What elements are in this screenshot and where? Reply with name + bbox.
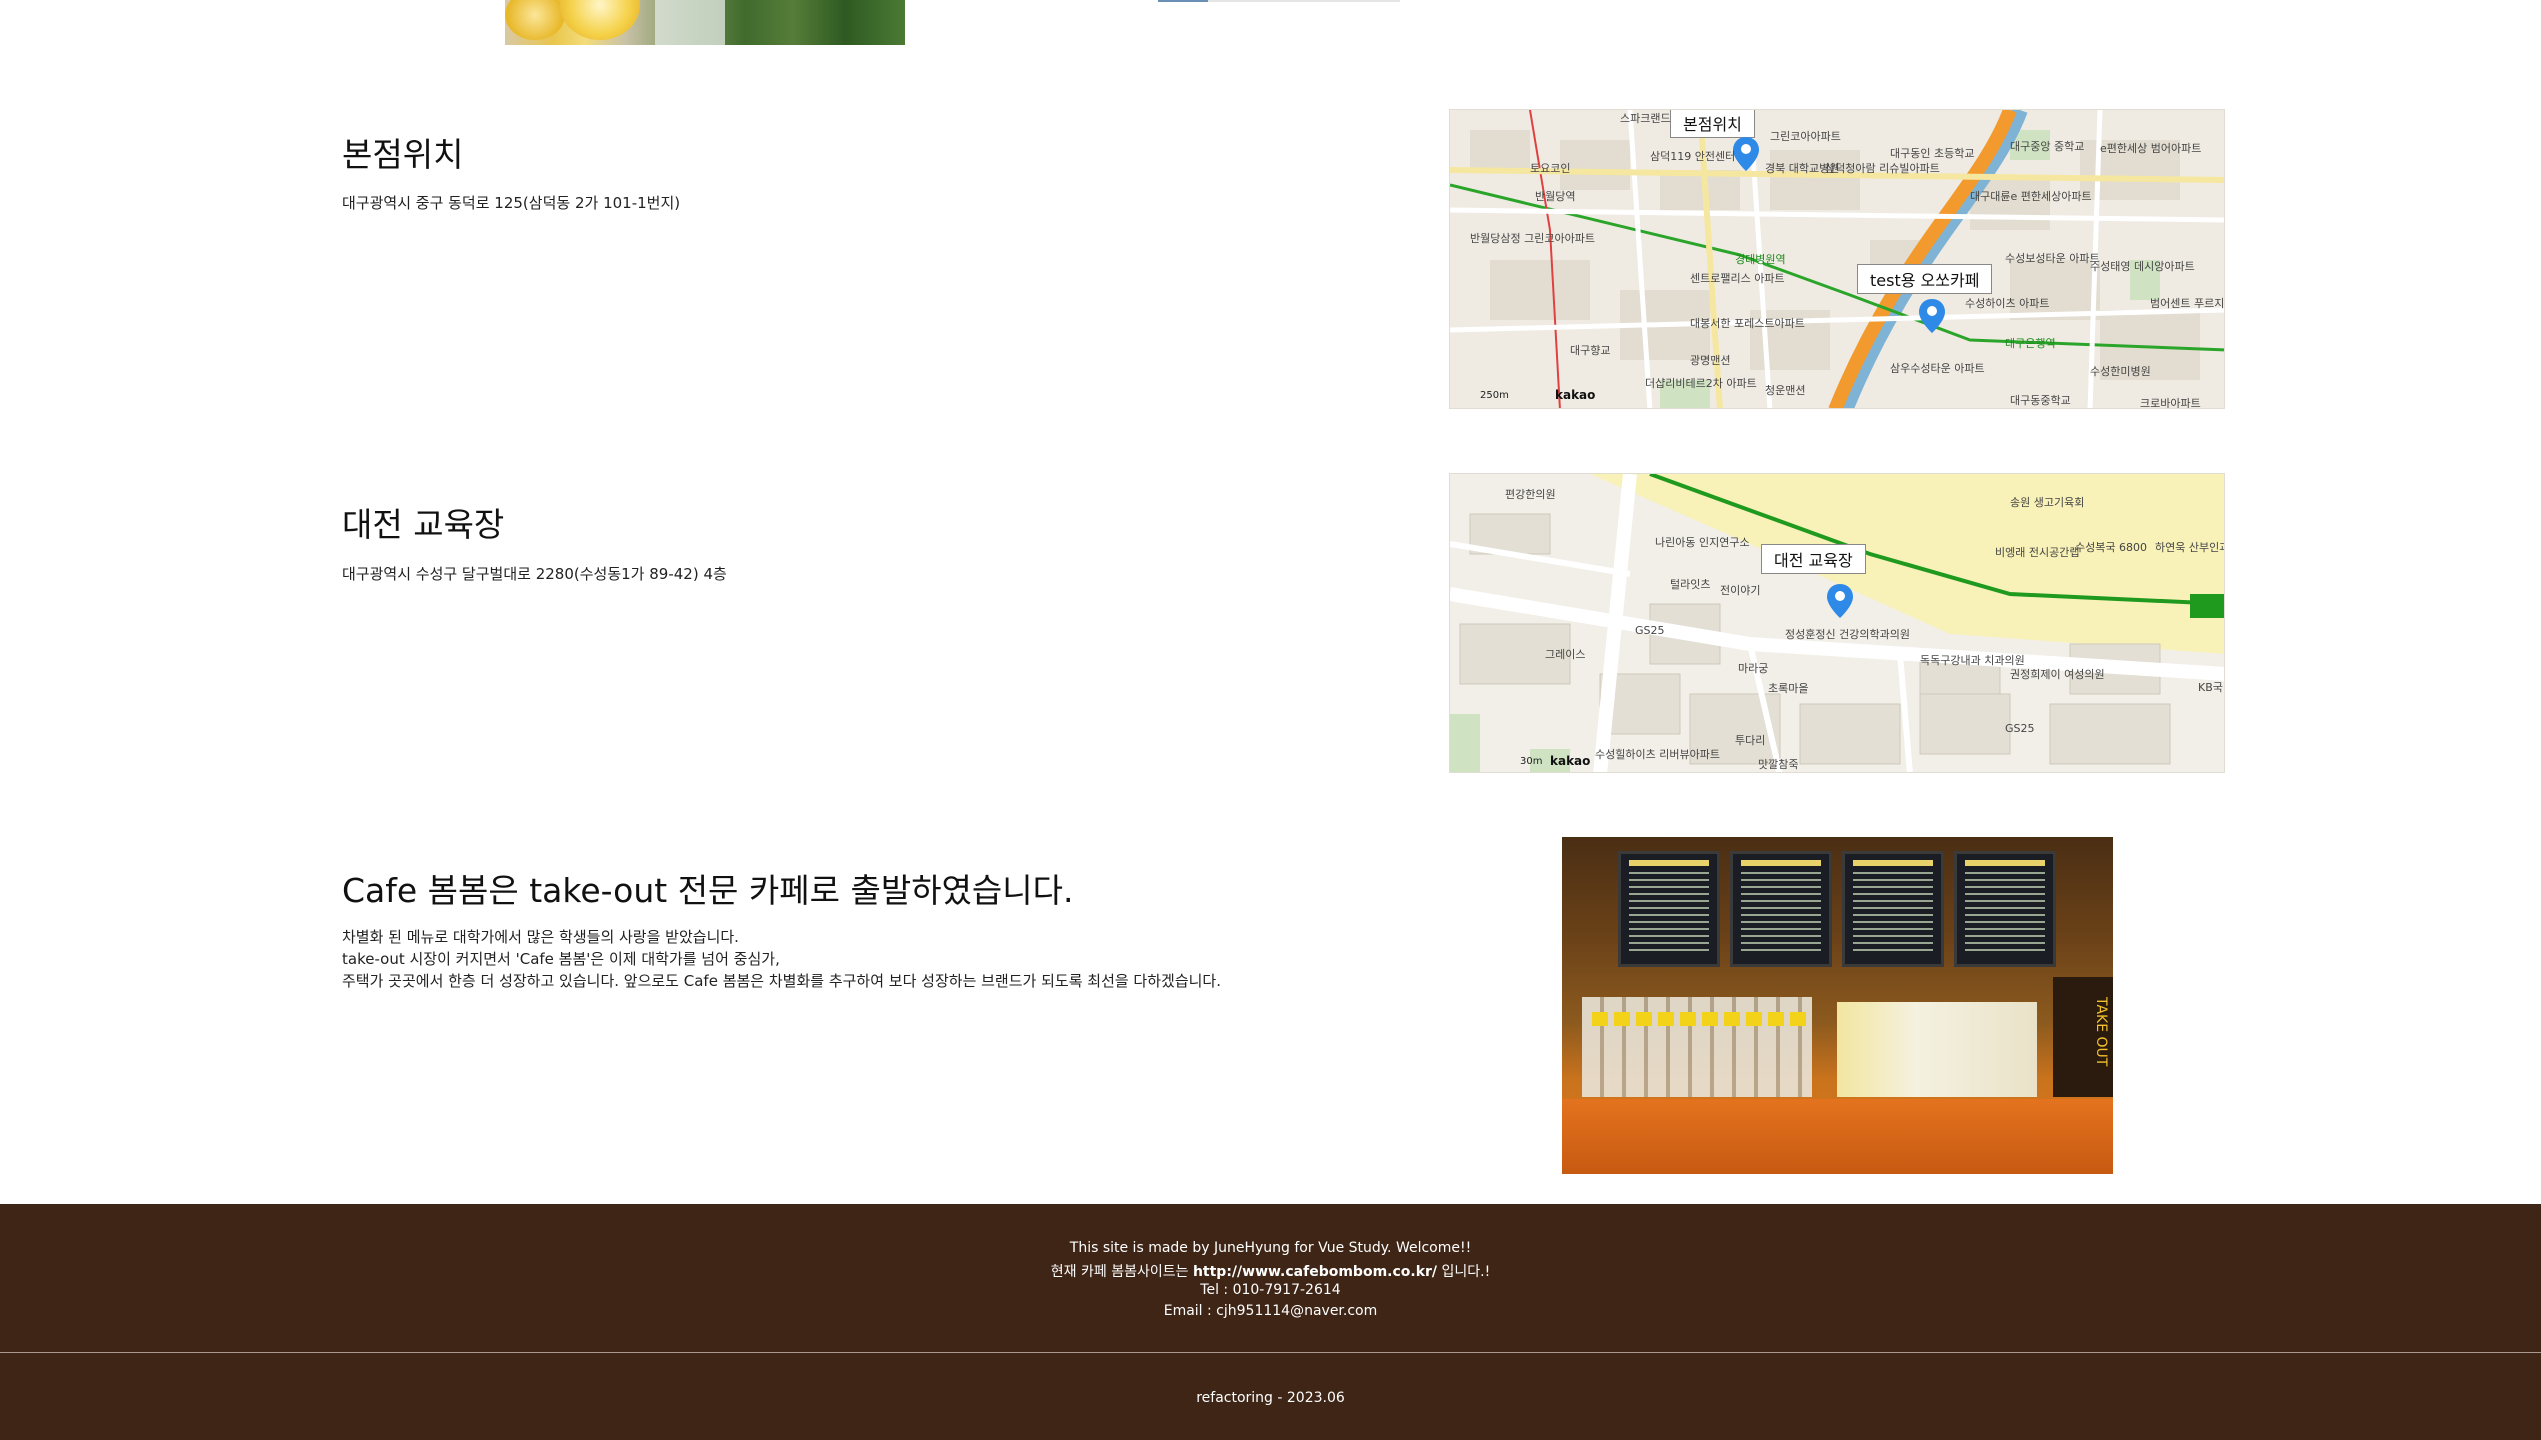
map-place: 독독구강내과 치과의원 <box>1920 654 2025 667</box>
kakao-logo: kakao <box>1555 388 1596 402</box>
map-pin-icon[interactable] <box>1733 137 1759 171</box>
map-place: 삼덕119 안전센터 <box>1650 150 1736 163</box>
map-place: 삼덕청아람 리슈빌아파트 <box>1825 162 1940 175</box>
map-place: 반월당역 <box>1535 190 1576 203</box>
map-place: 권정희제이 여성의원 <box>2010 668 2105 681</box>
hq-map-label-top: 본점위치 <box>1670 110 1755 138</box>
about-line: 차별화 된 메뉴로 대학가에서 많은 학생들의 사랑을 받았습니다. <box>342 928 739 946</box>
map-place: 초록마을 <box>1768 682 1809 695</box>
hq-map-label-cafe: test용 오쏘카페 <box>1857 264 1993 294</box>
map-place: 대구은행역 <box>2005 337 2056 350</box>
footer-email: Email : cjh951114@naver.com <box>1163 1303 1378 1319</box>
map-place: 토요코인 <box>1530 162 1571 175</box>
map-place: 투다리 <box>1735 734 1766 747</box>
map-place: 대구중앙 중학교 <box>2010 140 2085 153</box>
hq-address: 대구광역시 중구 동덕로 125(삼덕동 2가 101-1번지) <box>342 194 681 212</box>
map-place: 청운맨션 <box>1765 384 1806 397</box>
footer-site-line: 현재 카페 봄봄사이트는 http://www.cafebombom.co.kr… <box>1050 1264 1491 1280</box>
map-place: 대구동중학교 <box>2010 394 2071 407</box>
map-place: 크로바아파트 <box>2140 397 2201 409</box>
map-place: 광명맨션 <box>1690 354 1731 367</box>
map-place: 수성하이츠 아파트 <box>1965 297 2050 310</box>
map-place: 더샵리비테르2차 아파트 <box>1645 377 1757 390</box>
map-place: 정성훈정신 건강의학과의원 <box>1785 628 1910 641</box>
map-scale: 30m <box>1520 756 1543 767</box>
daejeon-title: 대전 교육장 <box>342 505 505 544</box>
map-place: 대봉서한 포레스트아파트 <box>1690 317 1805 330</box>
previous-section-progress-bar <box>1158 0 1400 2</box>
map-place: 하연욱 산부인과의원 <box>2155 541 2224 554</box>
map-place: 송원 생고기육회 <box>2010 496 2085 509</box>
map-place: 대구동인 초등학교 <box>1890 147 1975 160</box>
map-place: 나린아동 인지연구소 <box>1655 536 1750 549</box>
map-place: 수성복국 6800 <box>2075 541 2147 554</box>
kakao-logo: kakao <box>1550 754 1591 768</box>
map-scale: 250m <box>1480 390 1509 401</box>
footer-tel: Tel : 010-7917-2614 <box>1200 1282 1341 1298</box>
map-place: KB국 <box>2198 681 2223 694</box>
daejeon-map[interactable]: 대전 교육장 편강한의원 나린아동 인지연구소 털라잇츠 전이야기 GS25 그… <box>1449 473 2225 773</box>
map-place: 스파크랜드 <box>1620 112 1671 125</box>
about-line: take-out 시장이 커지면서 'Cafe 봄봄'은 이제 대학가를 넘어 … <box>342 950 780 968</box>
map-place: 비엥래 전시공간랩 <box>1995 546 2080 559</box>
map-place: 맛깔참죽 <box>1758 758 1799 771</box>
map-place: 대구대륜e 편한세상아파트 <box>1970 190 2092 203</box>
map-place: 센트로팰리스 아파트 <box>1690 272 1785 285</box>
hq-map[interactable]: 본점위치 test용 오쏘카페 스파크랜드 삼덕119 안전센터 토요코인 경북… <box>1449 109 2225 409</box>
cafe-interior-photo: TAKE OUT <box>1562 837 2113 1174</box>
daejeon-map-label: 대전 교육장 <box>1761 544 1866 574</box>
map-place: 수성태영 데시앙아파트 <box>2090 260 2195 273</box>
about-description: 차별화 된 메뉴로 대학가에서 많은 학생들의 사랑을 받았습니다. take-… <box>342 926 1221 992</box>
footer-credit: This site is made by JuneHyung for Vue S… <box>1069 1240 1472 1256</box>
map-place: 전이야기 <box>1720 584 1761 597</box>
map-place: 그레이스 <box>1545 648 1586 661</box>
map-place: 마라궁 <box>1738 662 1769 675</box>
map-place: GS25 <box>2005 722 2035 735</box>
map-place: 편강한의원 <box>1505 488 1556 501</box>
map-place: 털라잇츠 <box>1670 578 1711 591</box>
map-place: e편한세상 범어아파트 <box>2100 142 2202 155</box>
footer-site-link[interactable]: http://www.cafebombom.co.kr/ <box>1193 1264 1437 1280</box>
map-place: 반월당삼정 그린코아아파트 <box>1470 232 1595 245</box>
map-place: 경대병원역 <box>1735 253 1786 266</box>
daejeon-address: 대구광역시 수성구 달구벌대로 2280(수성동1가 89-42) 4층 <box>342 565 727 583</box>
map-place: 수성힐하이츠 리버뷰아파트 <box>1595 748 1720 761</box>
footer-copyright: refactoring - 2023.06 <box>1196 1390 1345 1406</box>
map-place: 수성보성타운 아파트 <box>2005 252 2100 265</box>
map-place: 범어센트 푸르지오아파트 <box>2150 297 2225 310</box>
about-line: 주택가 곳곳에서 한층 더 성장하고 있습니다. 앞으로도 Cafe 봄봄은 차… <box>342 972 1222 990</box>
map-place: 대구향교 <box>1570 344 1611 357</box>
map-pin-icon[interactable] <box>1827 584 1853 618</box>
map-pin-icon[interactable] <box>1919 299 1945 333</box>
map-place: 그린코아아파트 <box>1770 130 1841 143</box>
map-place: 삼우수성타운 아파트 <box>1890 362 1985 375</box>
about-title: Cafe 봄봄은 take-out 전문 카페로 출발하였습니다. <box>342 871 1074 910</box>
map-place: GS25 <box>1635 624 1665 637</box>
map-place: 수성한미병원 <box>2090 365 2151 378</box>
takeout-sign-text: TAKE OUT <box>2093 997 2109 1067</box>
hq-title: 본점위치 <box>342 135 464 174</box>
previous-section-photo <box>505 0 905 45</box>
